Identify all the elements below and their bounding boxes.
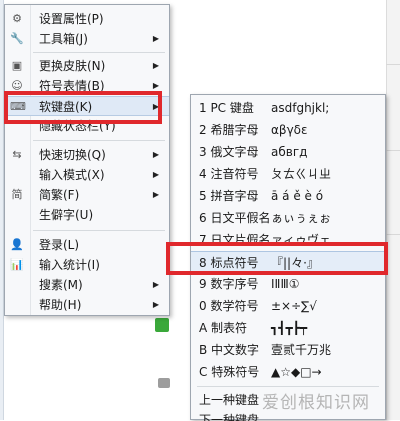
submenu-item-box-drawing[interactable]: A 制表符 ┓┫┳┣┯ [191,317,385,339]
submenu-item-sample: ▲☆◆□→ [271,365,322,379]
submenu-item-label: C 特殊符号 [199,365,260,379]
submenu-item-label: 上一种键盘 [199,393,260,407]
menu-item-label: 快速切换(Q) [39,148,106,162]
submenu-item-sample: 壹贰千万兆 [271,343,332,357]
submenu-item-pc-keyboard[interactable]: 1 PC 键盘 asdfghjkl; [191,97,385,119]
background-window-scrollbar[interactable] [386,0,400,420]
submenu-separator [197,386,379,387]
menu-separator [33,230,165,231]
menu-item-login[interactable]: 👤 登录(L) [5,235,169,255]
submenu-item-math-symbols[interactable]: 0 数学符号 ±×÷∑√ [191,295,385,317]
submenu-item-chinese-numerals[interactable]: B 中文数字 壹贰千万兆 [191,339,385,361]
submenu-item-russian[interactable]: 3 俄文字母 абвгд [191,141,385,163]
submenu-item-zhuyin[interactable]: 4 注音符号 ㄆㄊㄍㄐㄓ [191,163,385,185]
submenu-arrow-icon: ▶ [152,190,159,199]
submenu-item-label: 3 俄文字母 [199,145,259,159]
background-divider [386,234,400,235]
submenu-item-special-symbols[interactable]: C 特殊符号 ▲☆◆□→ [191,361,385,383]
submenu-item-label: 4 注音符号 [199,167,259,181]
submenu-arrow-icon: ▶ [152,280,159,289]
submenu-arrow-icon: ▶ [152,150,159,159]
submenu-item-pinyin[interactable]: 5 拼音字母 ā á ě è ó [191,185,385,207]
background-gray-icon [158,378,170,388]
submenu-item-sample: ㄆㄊㄍㄐㄓ [271,167,332,181]
wrench-icon: 🔧 [10,32,24,45]
submenu-arrow-icon: ▶ [152,170,159,179]
submenu-item-sample: абвгд [271,145,308,159]
menu-item-label: 搜素(M) [39,278,83,292]
menu-separator [33,52,165,53]
menu-item-label: 简繁(F) [39,188,80,202]
background-green-icon [155,318,169,332]
watermark-text: 爱创根知识网 [262,393,370,413]
submenu-item-greek[interactable]: 2 希腊字母 αβγδε [191,119,385,141]
switch-icon: ⇆ [12,148,22,161]
submenu-item-hiragana[interactable]: 6 日文平假名ぁぃぅぇぉ [191,207,385,229]
submenu-item-sample: αβγδε [271,123,308,137]
submenu-item-sample: ⅠⅡⅢ① [271,277,300,291]
skin-icon: ▣ [11,59,23,72]
highlight-box-soft-keyboard [4,91,162,124]
submenu-arrow-icon: ▶ [152,61,159,70]
gear-icon: ⚙ [12,12,22,25]
menu-item-input-stats[interactable]: 📊 输入统计(I) [5,255,169,275]
menu-item-label: 输入模式(X) [39,168,105,182]
menu-item-input-mode[interactable]: 输入模式(X) ▶ [5,165,169,185]
ime-context-menu: ⚙ 设置属性(P) 🔧 工具箱(J) ▶ ▣ 更换皮肤(N) ▶ ☺ 符号表情(… [4,4,170,316]
submenu-arrow-icon: ▶ [152,34,159,43]
submenu-item-sample: ±×÷∑√ [271,299,317,313]
background-divider [386,64,400,65]
stats-icon: 📊 [10,258,24,271]
highlight-box-punctuation [166,242,388,275]
submenu-item-label: 6 日文平假名 [199,211,271,225]
menu-item-search[interactable]: 搜素(M) ▶ [5,275,169,295]
menu-item-rare-characters[interactable]: 生僻字(U) [5,205,169,225]
simplified-icon: 简 [11,188,23,201]
submenu-item-label: A 制表符 [199,321,248,335]
submenu-item-label: 1 PC 键盘 [199,101,254,115]
submenu-item-label: 0 数学符号 [199,299,259,313]
menu-item-label: 生僻字(U) [39,208,94,222]
submenu-item-label: B 中文数字 [199,343,260,357]
menu-item-help[interactable]: 帮助(H) ▶ [5,295,169,315]
menu-item-label: 更换皮肤(N) [39,59,106,73]
submenu-item-label: 5 拼音字母 [199,189,259,203]
submenu-item-number-sequence[interactable]: 9 数字序号 ⅠⅡⅢ① [191,273,385,295]
submenu-item-sample: ā á ě è ó [271,189,324,203]
menu-item-label: 输入统计(I) [39,258,100,272]
menu-item-simplified-traditional[interactable]: 简 简繁(F) ▶ [5,185,169,205]
menu-item-label: 设置属性(P) [39,12,104,26]
menu-item-settings[interactable]: ⚙ 设置属性(P) [5,9,169,29]
submenu-item-label: 2 希腊字母 [199,123,259,137]
menu-item-label: 登录(L) [39,238,80,252]
submenu-arrow-icon: ▶ [152,300,159,309]
user-icon: 👤 [10,238,24,251]
menu-item-toolbox[interactable]: 🔧 工具箱(J) ▶ [5,29,169,49]
submenu-item-sample: asdfghjkl; [271,101,330,115]
menu-separator [33,140,165,141]
menu-item-change-skin[interactable]: ▣ 更换皮肤(N) ▶ [5,56,169,76]
menu-item-label: 工具箱(J) [39,32,88,46]
submenu-item-label: 9 数字序号 [199,277,259,291]
submenu-item-sample: ぁぃぅぇぉ [271,211,332,225]
menu-item-label: 帮助(H) [39,298,82,312]
background-divider [386,150,400,151]
submenu-item-sample: ┓┫┳┣┯ [271,321,308,335]
menu-item-quick-switch[interactable]: ⇆ 快速切换(Q) ▶ [5,145,169,165]
